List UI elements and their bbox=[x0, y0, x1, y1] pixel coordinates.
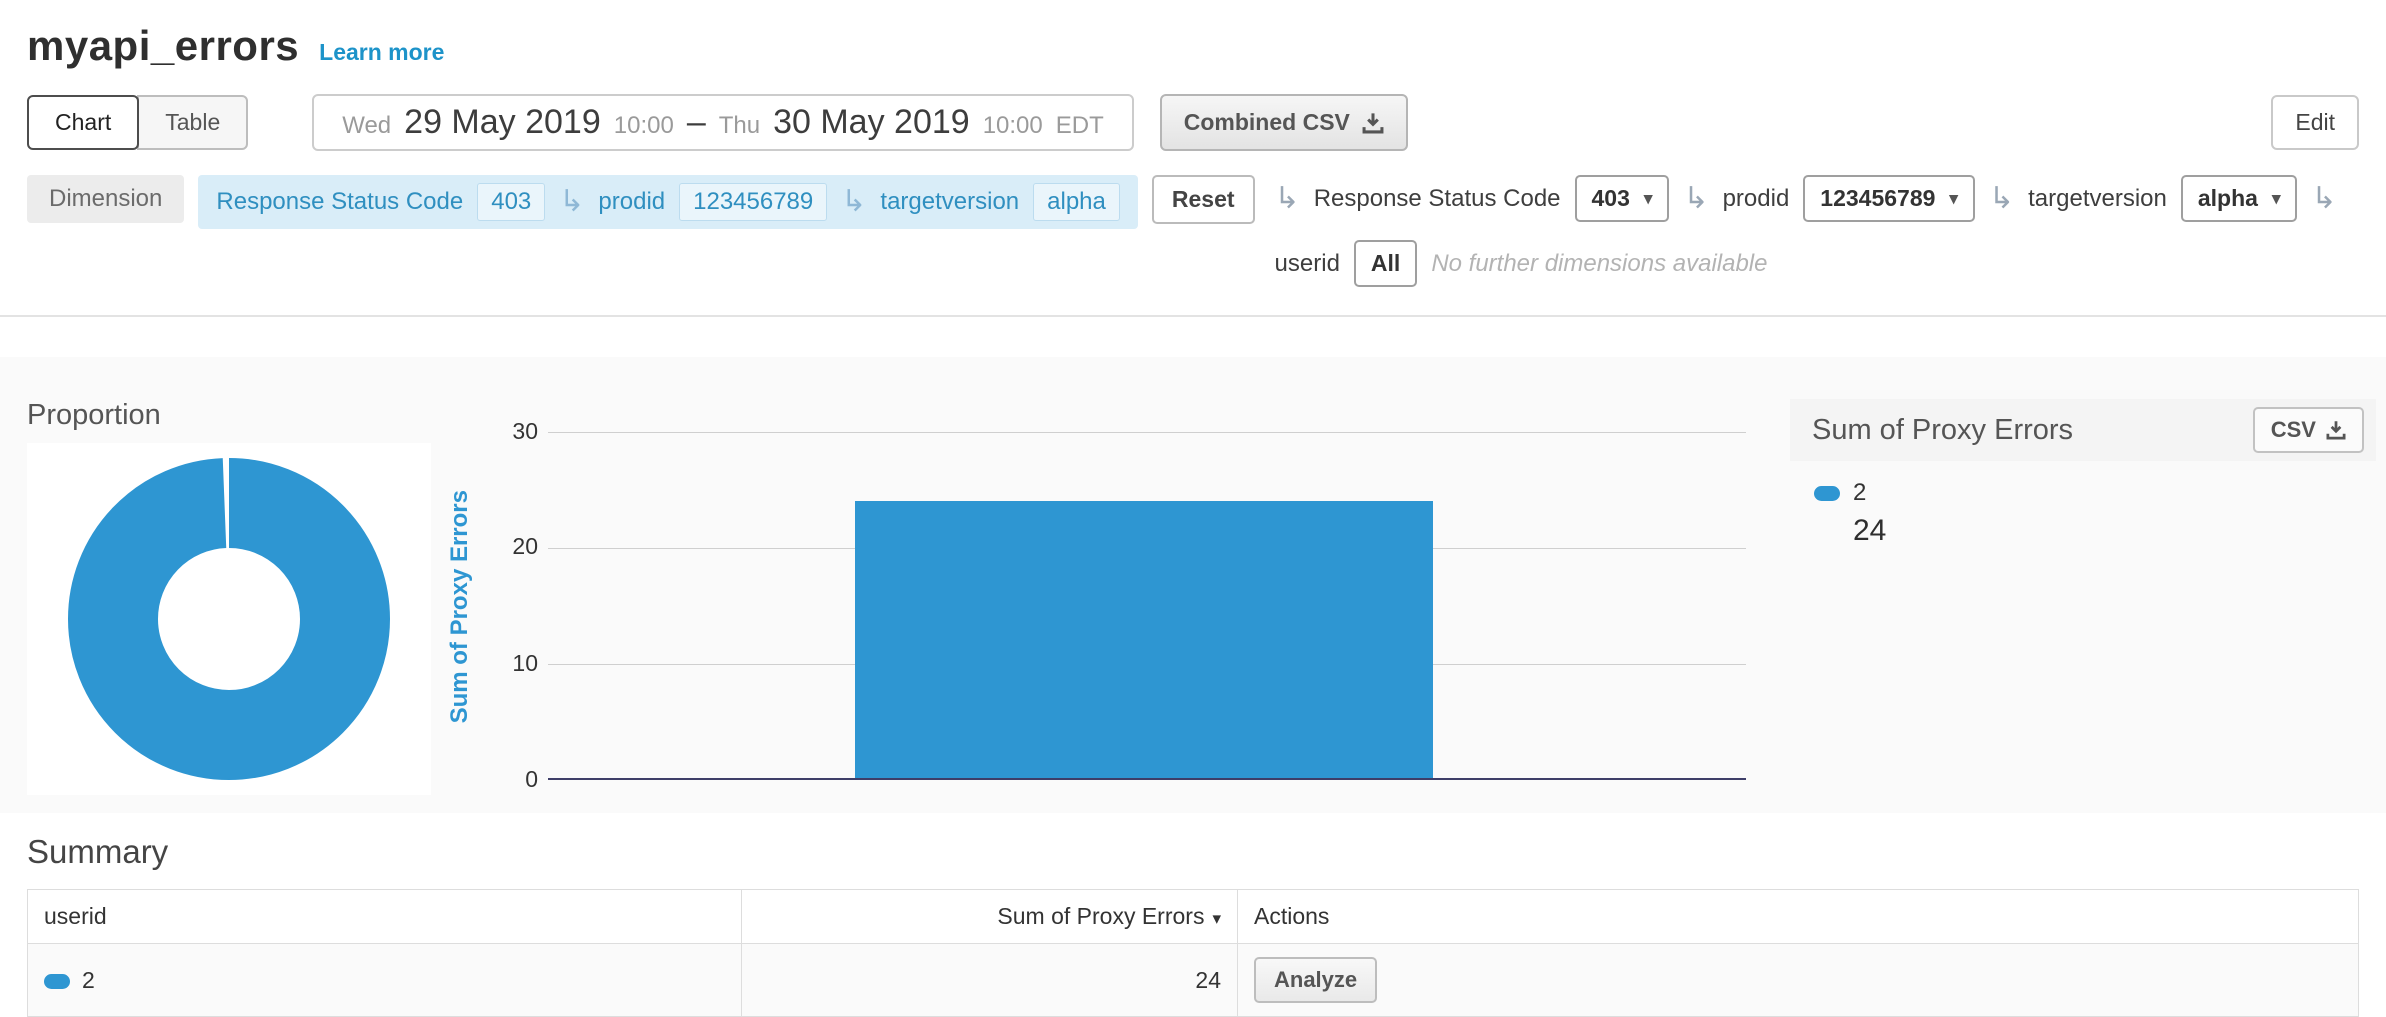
selector-name: prodid bbox=[1723, 185, 1790, 213]
page-header: myapi_errors Learn more bbox=[0, 0, 2386, 70]
series-swatch-icon bbox=[44, 974, 70, 989]
y-tick: 30 bbox=[482, 418, 538, 445]
chevron-down-icon: ▾ bbox=[1949, 189, 1958, 209]
start-time: 10:00 bbox=[614, 112, 674, 140]
combined-csv-button[interactable]: Combined CSV bbox=[1160, 94, 1408, 151]
y-tick: 0 bbox=[482, 766, 538, 793]
table-view-button[interactable]: Table bbox=[137, 95, 248, 150]
csv-button[interactable]: CSV bbox=[2253, 407, 2364, 453]
column-header-sum-sortable[interactable]: Sum of Proxy Errors▾ bbox=[742, 890, 1238, 944]
applied-dim-value[interactable]: alpha bbox=[1033, 183, 1120, 221]
table-header-row: userid Sum of Proxy Errors▾ Actions bbox=[28, 890, 2359, 944]
dimension-label: Dimension bbox=[27, 175, 184, 223]
legend-panel: Sum of Proxy Errors CSV 2 24 bbox=[1790, 399, 2376, 548]
start-day: Wed bbox=[342, 112, 391, 140]
column-header-userid: userid bbox=[28, 890, 742, 944]
selected-value: 123456789 bbox=[1820, 185, 1935, 212]
branch-arrow-icon: ↳ bbox=[1683, 184, 1708, 214]
divider bbox=[0, 315, 2386, 317]
legend-items: 2 24 bbox=[1790, 461, 2376, 548]
no-dimensions-text: No further dimensions available bbox=[1431, 250, 1767, 278]
learn-more-link[interactable]: Learn more bbox=[319, 39, 444, 66]
chevron-down-icon: ▾ bbox=[1644, 189, 1653, 209]
branch-arrow-icon: ↳ bbox=[1275, 184, 1300, 214]
applied-dimensions: Response Status Code 403 ↳ prodid 123456… bbox=[198, 175, 1138, 229]
userid-cell: 2 bbox=[28, 944, 742, 1017]
branch-arrow-icon: ↳ bbox=[2311, 184, 2336, 214]
y-tick: 10 bbox=[482, 650, 538, 677]
applied-dim-name[interactable]: targetversion bbox=[880, 188, 1019, 216]
legend-value: 24 bbox=[1853, 514, 2376, 548]
donut-chart[interactable] bbox=[59, 449, 399, 789]
selector-name: Response Status Code bbox=[1314, 185, 1561, 213]
branch-arrow-icon: ↳ bbox=[841, 187, 866, 217]
applied-dim-value[interactable]: 403 bbox=[477, 183, 545, 221]
analyze-button[interactable]: Analyze bbox=[1254, 957, 1377, 1003]
page-title: myapi_errors bbox=[27, 22, 299, 70]
selected-value: All bbox=[1371, 250, 1400, 277]
end-day: Thu bbox=[719, 112, 760, 140]
dashboard: myapi_errors Learn more Chart Table Wed … bbox=[0, 0, 2386, 968]
timezone: EDT bbox=[1056, 112, 1104, 140]
y-axis-title: Sum of Proxy Errors bbox=[446, 433, 474, 781]
reset-button[interactable]: Reset bbox=[1152, 175, 1255, 224]
prodid-select[interactable]: 123456789 ▾ bbox=[1803, 175, 1975, 222]
selected-value: alpha bbox=[2198, 185, 2258, 212]
proportion-label: Proportion bbox=[27, 399, 161, 432]
sum-cell: 24 bbox=[742, 944, 1238, 1017]
combined-csv-label: Combined CSV bbox=[1184, 109, 1350, 136]
chart-view-button[interactable]: Chart bbox=[27, 95, 139, 150]
selector-name: targetversion bbox=[2028, 185, 2167, 213]
legend-item: 2 bbox=[1814, 479, 2376, 507]
view-toggle: Chart Table bbox=[27, 95, 248, 150]
selected-value: 403 bbox=[1592, 185, 1630, 212]
date-range-picker[interactable]: Wed 29 May 2019 10:00 – Thu 30 May 2019 … bbox=[312, 94, 1134, 151]
userid-filter[interactable]: All bbox=[1354, 240, 1417, 287]
column-header-actions: Actions bbox=[1238, 890, 2359, 944]
dimension-selector-group: prodid 123456789 ▾ bbox=[1723, 175, 1975, 222]
download-icon bbox=[2326, 420, 2346, 440]
chart-area: Proportion Sum of Proxy Errors 30 20 10 … bbox=[0, 357, 2386, 813]
table-row: 2 24 Analyze bbox=[28, 944, 2359, 1017]
legend-panel-title: Sum of Proxy Errors bbox=[1812, 414, 2073, 447]
branch-arrow-icon: ↳ bbox=[1989, 184, 2014, 214]
date-separator: – bbox=[687, 103, 706, 142]
legend-label: 2 bbox=[1853, 479, 1866, 507]
dimension-selector-group: userid All bbox=[1275, 240, 1418, 287]
legend-header: Sum of Proxy Errors CSV bbox=[1790, 399, 2376, 461]
sort-caret-icon: ▾ bbox=[1212, 909, 1221, 928]
end-time: 10:00 bbox=[983, 112, 1043, 140]
summary-section: Summary userid Sum of Proxy Errors▾ Acti… bbox=[27, 833, 2359, 1017]
edit-button[interactable]: Edit bbox=[2271, 95, 2359, 150]
summary-table: userid Sum of Proxy Errors▾ Actions 2 24… bbox=[27, 889, 2359, 1017]
dimension-selectors: ↳ Response Status Code 403 ▾ ↳ prodid 12… bbox=[1275, 175, 2359, 287]
summary-heading: Summary bbox=[27, 833, 2359, 871]
csv-label: CSV bbox=[2271, 417, 2316, 443]
applied-dim-name[interactable]: prodid bbox=[598, 188, 665, 216]
x-axis-line bbox=[548, 778, 1746, 780]
proportion-donut-panel bbox=[27, 443, 431, 795]
start-date: 29 May 2019 bbox=[404, 103, 601, 142]
end-date: 30 May 2019 bbox=[773, 103, 970, 142]
dimension-bar: Dimension Response Status Code 403 ↳ pro… bbox=[27, 175, 2359, 287]
legend-swatch-icon bbox=[1814, 486, 1840, 501]
bar[interactable] bbox=[855, 501, 1433, 778]
dimension-selector-group: targetversion alpha ▾ bbox=[2028, 175, 2297, 222]
response-status-code-select[interactable]: 403 ▾ bbox=[1575, 175, 1670, 222]
y-tick: 20 bbox=[482, 533, 538, 560]
dimension-selector-group: Response Status Code 403 ▾ bbox=[1314, 175, 1670, 222]
selector-name: userid bbox=[1275, 250, 1340, 278]
actions-cell: Analyze bbox=[1238, 944, 2359, 1017]
bar-chart-plot bbox=[548, 432, 1746, 780]
branch-arrow-icon: ↳ bbox=[559, 187, 584, 217]
applied-dim-value[interactable]: 123456789 bbox=[679, 183, 827, 221]
download-icon bbox=[1362, 112, 1384, 134]
chevron-down-icon: ▾ bbox=[2272, 189, 2281, 209]
applied-dim-name[interactable]: Response Status Code bbox=[216, 188, 463, 216]
grid-line bbox=[548, 432, 1746, 433]
toolbar: Chart Table Wed 29 May 2019 10:00 – Thu … bbox=[27, 94, 2359, 151]
targetversion-select[interactable]: alpha ▾ bbox=[2181, 175, 2298, 222]
